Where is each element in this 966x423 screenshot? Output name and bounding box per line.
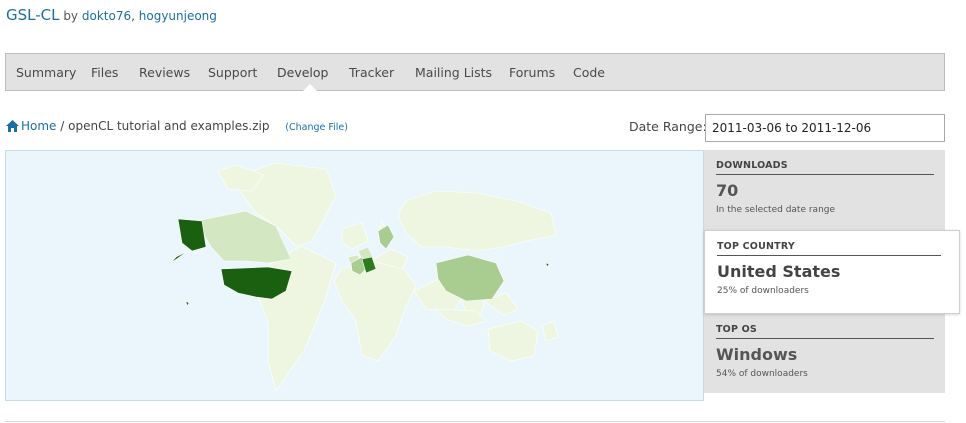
top-country-value: United States (717, 262, 841, 281)
top-country-label: TOP COUNTRY (717, 241, 941, 256)
top-country-sub: 25% of downloaders (717, 286, 809, 296)
tab-code[interactable]: Code (573, 54, 605, 92)
change-file-link[interactable]: (Change File) (285, 122, 348, 133)
divider (5, 421, 945, 422)
downloads-value: 70 (716, 181, 739, 200)
tab-mailing-lists[interactable]: Mailing Lists (415, 54, 492, 92)
active-tab-indicator (303, 84, 317, 91)
by-text: by (63, 9, 79, 23)
tab-forums[interactable]: Forums (509, 54, 555, 92)
downloads-stat: DOWNLOADS 70 In the selected date range (716, 160, 934, 215)
top-country-stat: TOP COUNTRY United States 25% of downloa… (717, 241, 941, 296)
project-header: GSL-CL by dokto76, hogyunjeong (6, 6, 217, 24)
author-separator: , (131, 9, 135, 23)
breadcrumb-separator: / (60, 119, 65, 133)
top-country-card[interactable]: TOP COUNTRY United States 25% of downloa… (704, 230, 960, 314)
top-os-value: Windows (716, 345, 798, 364)
breadcrumb-file-name: openCL tutorial and examples.zip (68, 119, 270, 133)
project-nav: Summary Files Reviews Support Develop Tr… (5, 53, 945, 91)
date-range-label: Date Range: (629, 119, 707, 134)
downloads-label: DOWNLOADS (716, 160, 934, 175)
date-range-input[interactable] (705, 114, 945, 142)
downloads-sub: In the selected date range (716, 205, 836, 215)
tab-support[interactable]: Support (208, 54, 257, 92)
tab-tracker[interactable]: Tracker (349, 54, 394, 92)
author-link-dokto76[interactable]: dokto76 (82, 9, 131, 23)
author-link-hogyunjeong[interactable]: hogyunjeong (139, 9, 217, 23)
tab-summary[interactable]: Summary (16, 54, 76, 92)
breadcrumb-home-link[interactable]: Home (21, 119, 56, 133)
downloads-world-map[interactable] (5, 150, 704, 401)
breadcrumb: Home / openCL tutorial and examples.zip … (6, 119, 348, 135)
tab-files[interactable]: Files (91, 54, 118, 92)
top-os-sub: 54% of downloaders (716, 369, 808, 379)
home-icon[interactable] (6, 120, 19, 135)
top-os-stat: TOP OS Windows 54% of downloaders (716, 324, 934, 379)
project-title[interactable]: GSL-CL (6, 6, 59, 24)
tab-reviews[interactable]: Reviews (139, 54, 190, 92)
top-os-label: TOP OS (716, 324, 934, 339)
